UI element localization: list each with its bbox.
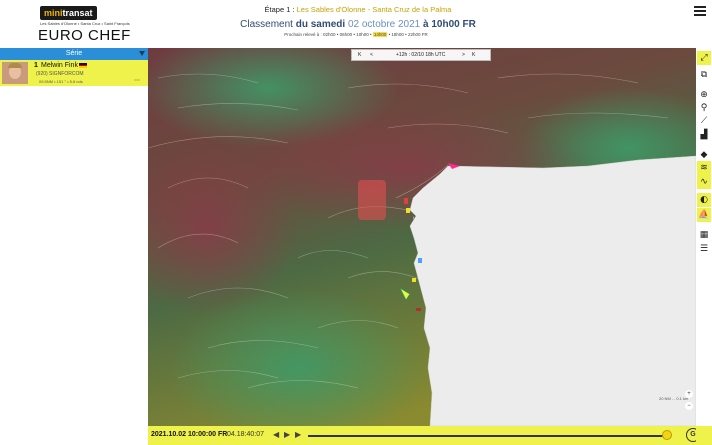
map-canvas[interactable] bbox=[148, 48, 696, 426]
logo-eurochef: EURO CHEF bbox=[38, 27, 131, 44]
play-button[interactable]: ▶ bbox=[284, 430, 290, 439]
entry-stats: 09.5NM • 151 ° • 5.6 nds bbox=[39, 79, 83, 84]
timeline-date: 2021.10.02 10:00:00 FR bbox=[151, 431, 228, 438]
next-button[interactable]: ▶ bbox=[295, 430, 301, 439]
expand-icon[interactable]: ⤢ bbox=[697, 51, 711, 65]
zoom-icon[interactable]: ⚲ bbox=[697, 101, 711, 115]
route-icon[interactable]: ⟋ bbox=[697, 114, 711, 128]
logo-subtitle: Les Sables d'Olonne • Santa Cruz • Saint… bbox=[40, 21, 130, 26]
logo-mini-transat: minitransat bbox=[40, 6, 97, 20]
current-report-time: 14h00 bbox=[372, 32, 388, 37]
map-graphic bbox=[148, 48, 696, 426]
next-icon[interactable]: > bbox=[462, 52, 465, 58]
eraser-icon[interactable]: ◆ bbox=[697, 148, 711, 162]
prev-button[interactable]: ◀ bbox=[273, 430, 279, 439]
zoom-out-button[interactable]: − bbox=[685, 402, 693, 410]
skipper-name: Melwin Fink bbox=[41, 62, 78, 69]
boat-icon[interactable]: ⛵ bbox=[697, 208, 711, 222]
boat-name: (920) SIGNFORCOM bbox=[36, 71, 84, 77]
menu-icon[interactable] bbox=[694, 6, 706, 16]
target-icon[interactable]: ⊕ bbox=[697, 88, 711, 102]
restricted-zone bbox=[358, 180, 386, 220]
serie-selector[interactable]: Série bbox=[0, 48, 148, 60]
wind-icon[interactable]: ≋ bbox=[697, 161, 711, 175]
forecast-time-label: +12h : 02/10 18h UTC bbox=[396, 52, 446, 58]
app-window: minitransat Les Sables d'Olonne • Santa … bbox=[0, 0, 712, 445]
map-toolbar: ⤢ ⧉ ⊕ ⚲ ⟋ ▟ ◆ ≋ ∿ ◐ ⛵ ▦ ☰ bbox=[696, 48, 712, 445]
forecast-time-control[interactable]: K < +12h : 02/10 18h UTC > K bbox=[351, 49, 491, 61]
current-icon[interactable]: ∿ bbox=[697, 175, 711, 189]
grid-icon[interactable]: ▦ bbox=[697, 228, 711, 242]
timeline-bar: 2021.10.02 10:00:00 FR 04.18:40:07 ◀ ▶ ▶… bbox=[148, 426, 700, 445]
chevron-down-icon bbox=[139, 51, 145, 56]
prev-icon[interactable]: < bbox=[370, 52, 373, 58]
list-icon[interactable]: ☰ bbox=[697, 242, 711, 256]
ranking-entry[interactable]: 1 Melwin Fink (920) SIGNFORCOM 09.5NM • … bbox=[0, 60, 148, 86]
first-icon[interactable]: K bbox=[358, 52, 361, 58]
land-iberia bbox=[409, 155, 696, 426]
ranking-panel: Série 1 Melwin Fink (920) SIGNFORCOM 09.… bbox=[0, 48, 148, 445]
elapsed-time: 04.18:40:07 bbox=[227, 431, 264, 438]
event-logo[interactable]: minitransat Les Sables d'Olonne • Santa … bbox=[6, 4, 146, 46]
entry-rank: 1 bbox=[34, 62, 38, 69]
germany-flag-icon bbox=[79, 63, 87, 68]
chart-icon[interactable]: ▟ bbox=[697, 128, 711, 142]
last-icon[interactable]: K bbox=[472, 52, 475, 58]
layers-icon[interactable]: ⧉ bbox=[697, 68, 711, 82]
next-report-schedule: Prochain relevé à : 02h00 • 06h00 • 10h0… bbox=[284, 32, 428, 37]
timeline-track[interactable] bbox=[308, 435, 668, 437]
zoom-in-button[interactable]: + bbox=[685, 390, 693, 398]
ranking-title: Classement du samedi 02 octobre 2021 à 1… bbox=[240, 19, 476, 30]
timeline-slider-handle[interactable] bbox=[662, 430, 672, 440]
sun-icon[interactable]: ◐ bbox=[697, 193, 711, 207]
top-header: minitransat Les Sables d'Olonne • Santa … bbox=[0, 0, 712, 48]
fullscreen-corner bbox=[696, 426, 712, 445]
place-label: La Coruña bbox=[413, 215, 432, 220]
map-scale: 20 NM ... 0.1 km bbox=[659, 396, 689, 401]
avatar bbox=[2, 62, 28, 84]
more-options-icon[interactable]: ⋯ bbox=[134, 77, 140, 84]
stage-label: Étape 1 : Les Sables d'Olonne - Santa Cr… bbox=[264, 5, 452, 14]
